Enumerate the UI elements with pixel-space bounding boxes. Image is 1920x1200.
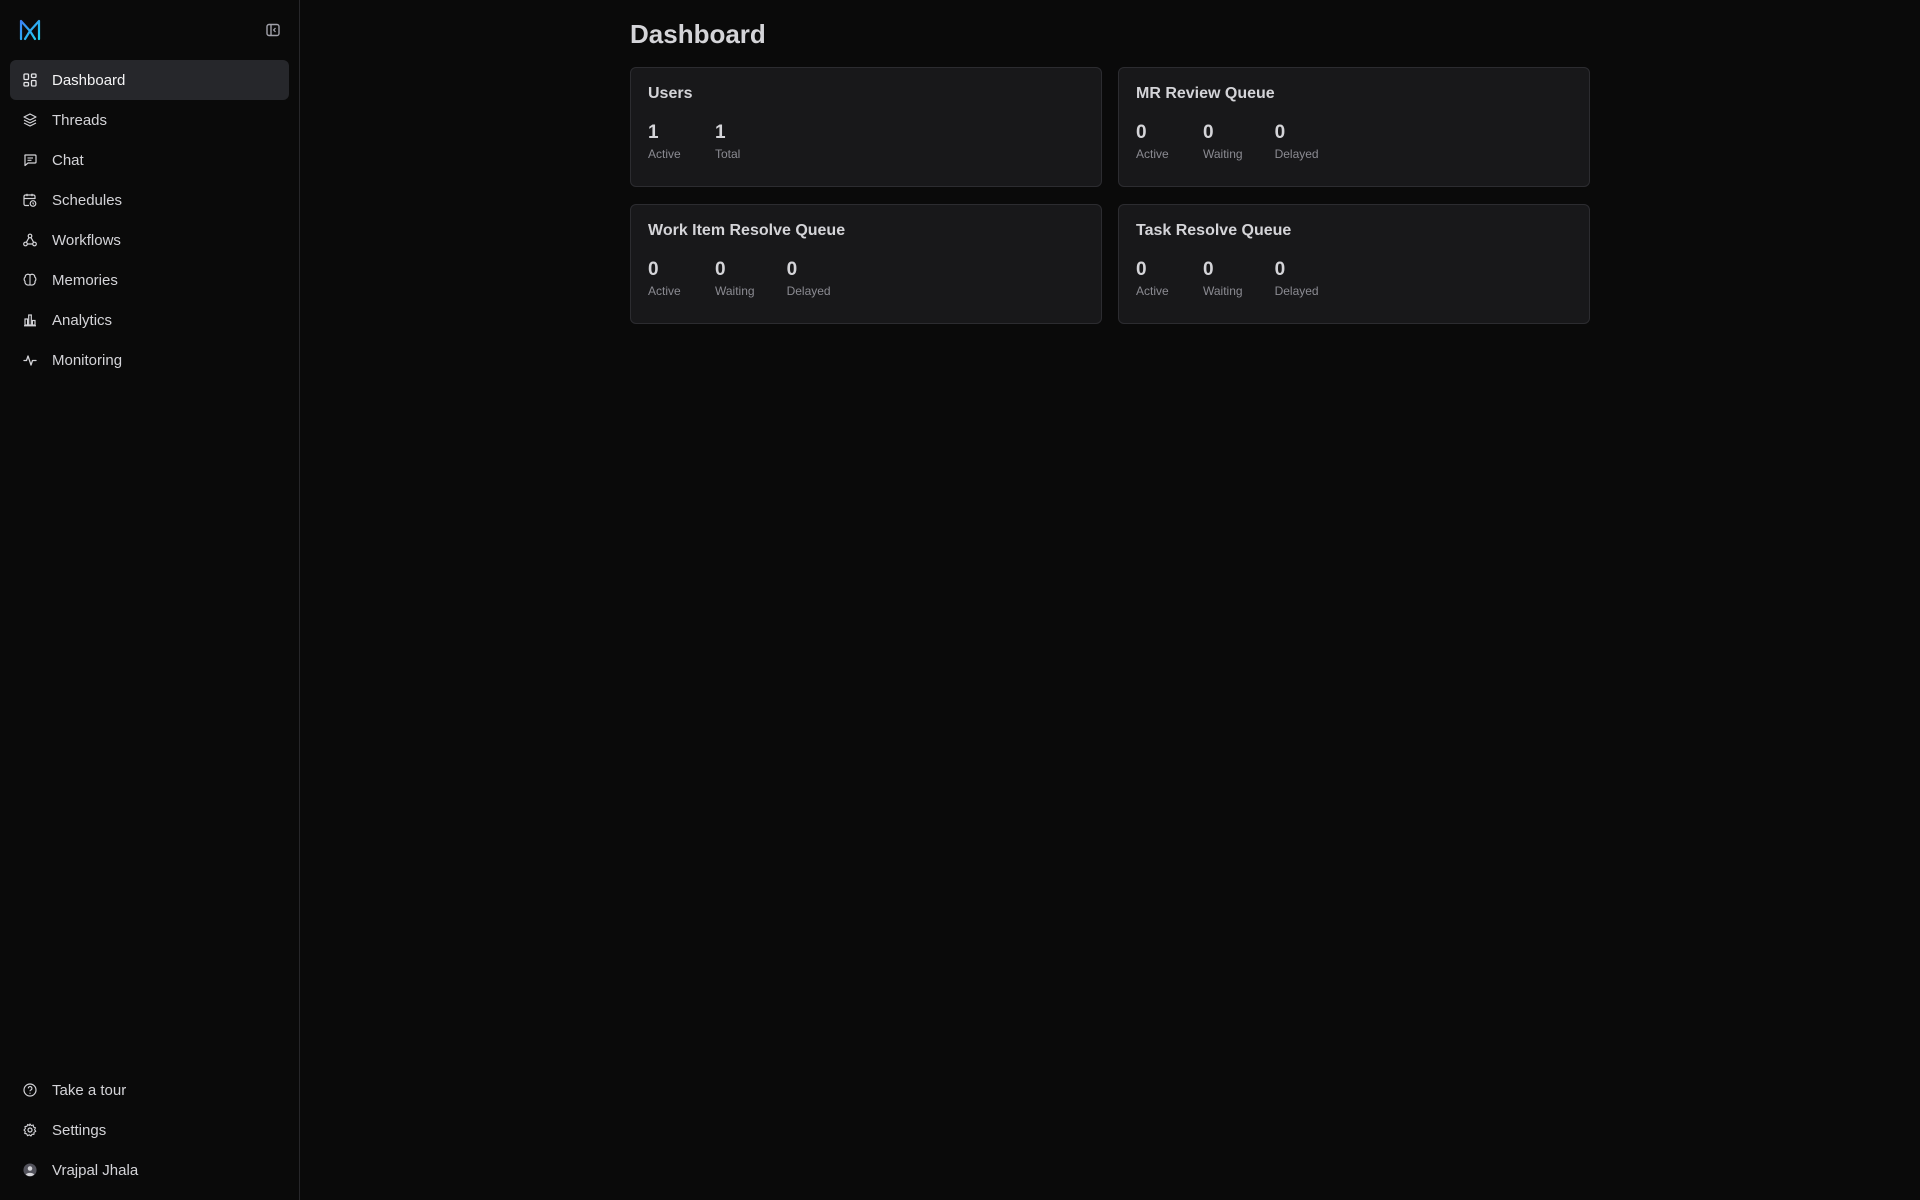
stats-row: 0 Active 0 Waiting 0 Delayed [648, 259, 1084, 298]
sidebar: Dashboard Threads Chat Schedules Workflo… [0, 0, 300, 1200]
calendar-clock-icon [22, 192, 38, 208]
avatar [22, 1162, 38, 1178]
stats-row: 1 Active 1 Total [648, 122, 1084, 161]
stat-label: Delayed [1274, 147, 1319, 161]
card-title: MR Review Queue [1136, 85, 1275, 102]
sidebar-item-label: Take a tour [52, 1081, 127, 1099]
stat-value: 1 [648, 122, 659, 143]
sidebar-nav: Dashboard Threads Chat Schedules Workflo… [0, 60, 299, 380]
main-content: Dashboard Users 1 Active 1 Total MR Revi… [300, 0, 1920, 1200]
stat-value: 0 [1136, 259, 1147, 280]
stat-waiting: 0 Waiting [1203, 122, 1243, 161]
sidebar-item-workflows[interactable]: Workflows [10, 220, 289, 260]
stats-row: 0 Active 0 Waiting 0 Delayed [1136, 259, 1572, 298]
sidebar-item-chat[interactable]: Chat [10, 140, 289, 180]
brain-icon [22, 272, 38, 288]
stat-total: 1 Total [715, 122, 750, 161]
stat-delayed: 0 Delayed [1275, 122, 1319, 161]
stat-label: Total [715, 147, 741, 161]
stat-waiting: 0 Waiting [715, 259, 755, 298]
card-title: Users [648, 85, 693, 102]
chat-bubble-icon [22, 152, 38, 168]
collapse-sidebar-icon[interactable] [263, 20, 283, 40]
user-profile-button[interactable]: Vrajpal Jhala [10, 1150, 289, 1190]
stat-delayed: 0 Delayed [1275, 259, 1319, 298]
layers-icon [22, 112, 38, 128]
sidebar-item-monitoring[interactable]: Monitoring [10, 340, 289, 380]
stat-label: Active [1136, 284, 1169, 298]
stats-grid: Users 1 Active 1 Total MR Review Queue 0… [630, 67, 1590, 324]
stat-label: Delayed [1274, 284, 1319, 298]
stat-active: 0 Active [1136, 259, 1171, 298]
sidebar-item-threads[interactable]: Threads [10, 100, 289, 140]
gear-icon [22, 1122, 38, 1138]
stat-delayed: 0 Delayed [787, 259, 831, 298]
work-item-resolve-queue-card: Work Item Resolve Queue 0 Active 0 Waiti… [630, 204, 1102, 324]
sidebar-item-label: Settings [52, 1121, 107, 1139]
user-name: Vrajpal Jhala [52, 1161, 139, 1179]
stat-label: Delayed [786, 284, 831, 298]
stat-label: Active [648, 284, 681, 298]
sidebar-item-dashboard[interactable]: Dashboard [10, 60, 289, 100]
stat-value: 0 [786, 259, 798, 280]
mr-review-queue-card: MR Review Queue 0 Active 0 Waiting 0 Del [1118, 67, 1590, 187]
sidebar-item-label: Chat [52, 151, 84, 169]
workflow-icon [22, 232, 38, 248]
take-a-tour-button[interactable]: Take a tour [10, 1070, 289, 1110]
stat-label: Active [1136, 147, 1169, 161]
stat-label: Active [648, 147, 681, 161]
sidebar-header [0, 0, 299, 60]
sidebar-item-label: Analytics [52, 311, 113, 329]
stat-value: 0 [1203, 122, 1214, 143]
task-resolve-queue-card: Task Resolve Queue 0 Active 0 Waiting 0 [1118, 204, 1590, 324]
sidebar-item-label: Monitoring [52, 351, 123, 369]
card-title: Task Resolve Queue [1136, 222, 1292, 239]
stat-label: Waiting [715, 284, 755, 298]
sidebar-item-analytics[interactable]: Analytics [10, 300, 289, 340]
sidebar-item-label: Memories [52, 271, 118, 289]
sidebar-item-label: Schedules [52, 191, 123, 209]
app-root: Dashboard Threads Chat Schedules Workflo… [0, 0, 1920, 1200]
stats-row: 0 Active 0 Waiting 0 Delayed [1136, 122, 1572, 161]
sidebar-item-label: Workflows [52, 231, 121, 249]
stat-active: 0 Active [648, 259, 683, 298]
stat-value: 0 [648, 259, 659, 280]
bar-chart-icon [22, 312, 38, 328]
stat-active: 1 Active [648, 122, 683, 161]
stat-value: 0 [1274, 259, 1286, 280]
settings-button[interactable]: Settings [10, 1110, 289, 1150]
dashboard-grid-icon [22, 72, 38, 88]
help-circle-icon [22, 1082, 38, 1098]
sidebar-footer: Take a tour Settings Vrajpal Jhala [0, 1070, 299, 1190]
dashboard-content: Dashboard Users 1 Active 1 Total MR Revi… [630, 0, 1590, 324]
stat-value: 0 [1274, 122, 1286, 143]
stat-active: 0 Active [1136, 122, 1171, 161]
sidebar-item-schedules[interactable]: Schedules [10, 180, 289, 220]
stat-value: 1 [715, 122, 726, 143]
stat-label: Waiting [1203, 147, 1243, 161]
stat-label: Waiting [1203, 284, 1243, 298]
page-title: Dashboard [630, 19, 766, 49]
sidebar-item-label: Threads [52, 111, 108, 129]
card-title: Work Item Resolve Queue [648, 222, 846, 239]
users-card: Users 1 Active 1 Total [630, 67, 1102, 187]
stat-waiting: 0 Waiting [1203, 259, 1243, 298]
activity-icon [22, 352, 38, 368]
app-logo-icon[interactable] [18, 18, 42, 42]
stat-value: 0 [1136, 122, 1147, 143]
stat-value: 0 [715, 259, 726, 280]
sidebar-item-memories[interactable]: Memories [10, 260, 289, 300]
sidebar-item-label: Dashboard [52, 71, 126, 89]
stat-value: 0 [1203, 259, 1214, 280]
